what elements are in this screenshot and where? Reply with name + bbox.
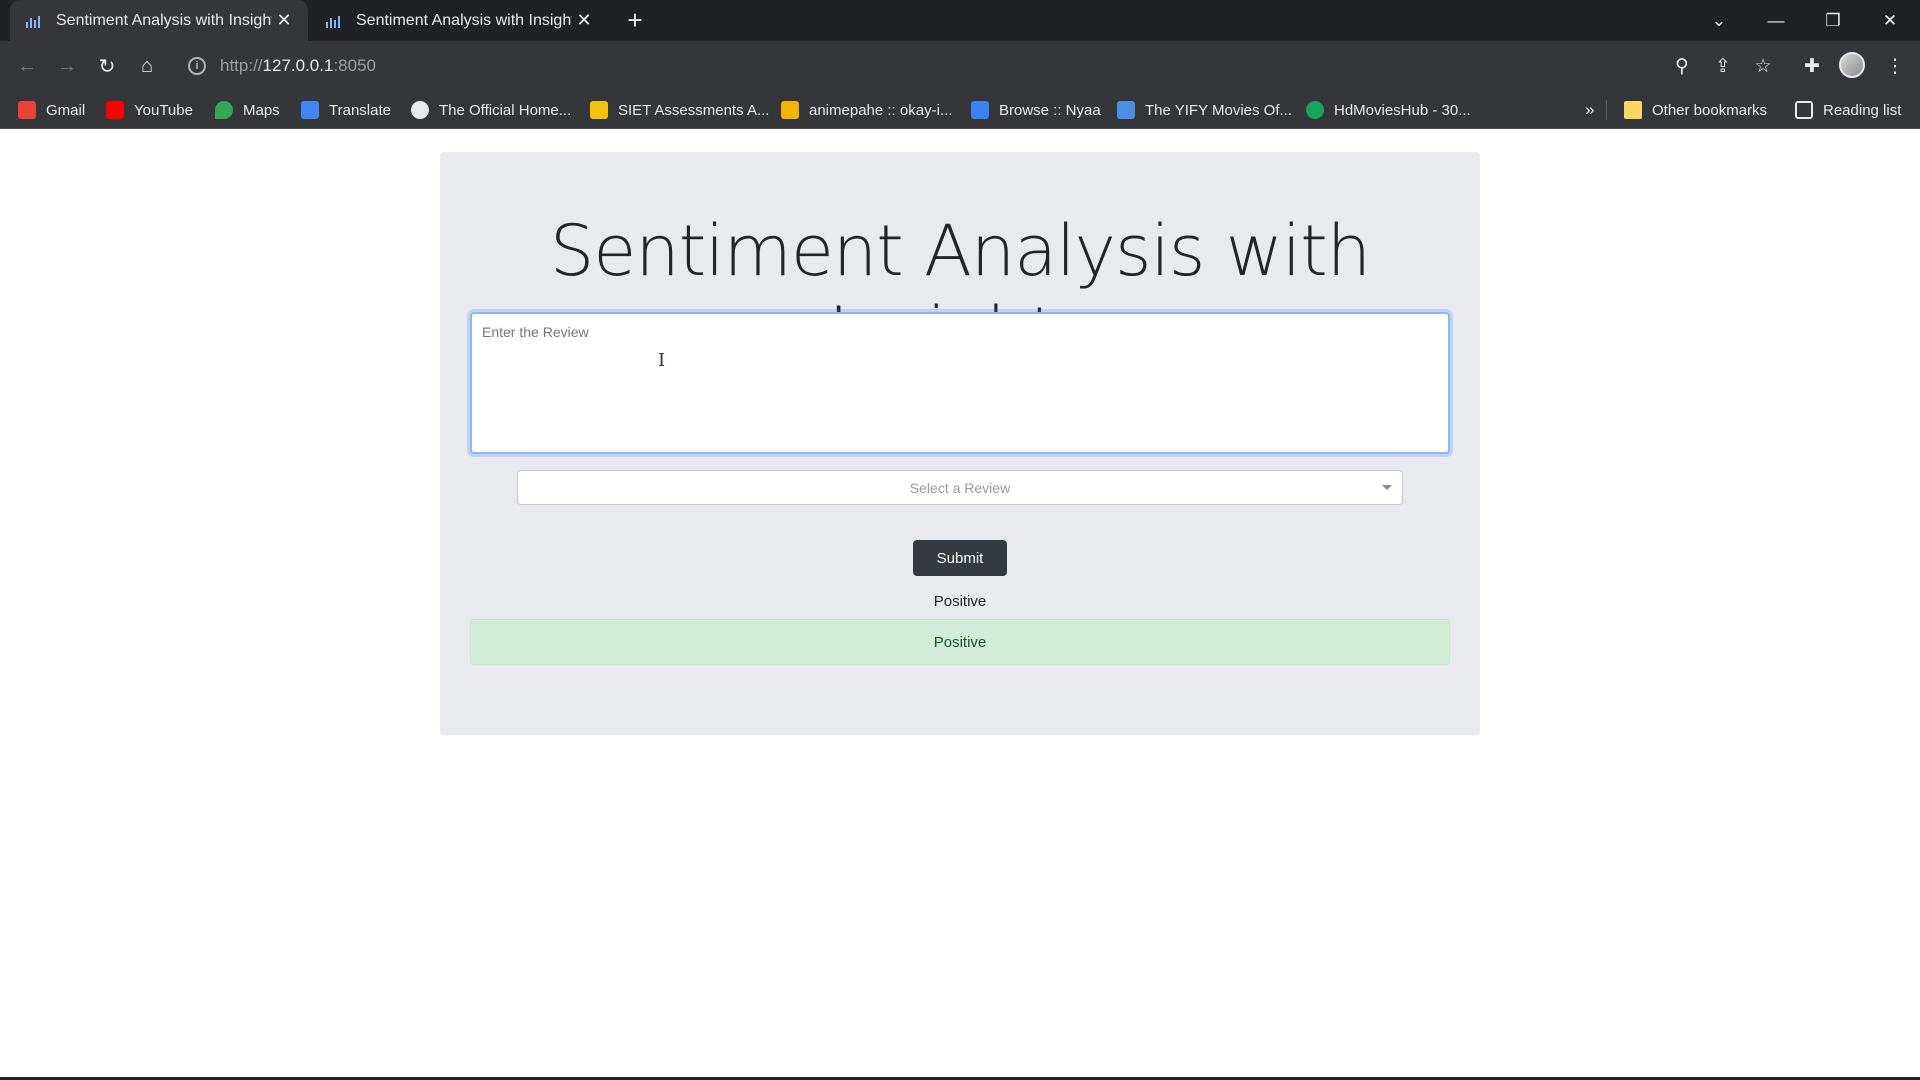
tab-title: Sentiment Analysis with Insights [56, 11, 272, 29]
site-info-icon[interactable]: i [188, 57, 206, 75]
translate-icon [301, 101, 319, 119]
review-textarea[interactable] [470, 312, 1450, 454]
bookmarks-overflow-button[interactable]: » [1585, 91, 1594, 129]
bookmark-hdmovieshub[interactable]: HdMoviesHub - 30... [1306, 91, 1471, 129]
maps-icon [215, 101, 233, 119]
globe-icon [411, 101, 429, 119]
url-text: http://127.0.0.1:8050 [220, 56, 376, 75]
bookmark-maps[interactable]: Maps [215, 91, 280, 129]
profile-avatar[interactable] [1839, 52, 1865, 78]
address-bar[interactable]: i http://127.0.0.1:8050 [178, 46, 1440, 86]
back-icon[interactable]: ← [10, 49, 44, 83]
chart-favicon-icon [26, 14, 44, 28]
minimize-button[interactable]: — [1748, 0, 1804, 41]
text-cursor-icon: I [658, 350, 666, 371]
bookmark-yify[interactable]: The YIFY Movies Of... [1117, 91, 1292, 129]
other-bookmarks[interactable]: Other bookmarks [1624, 91, 1767, 129]
bookmark-official-home[interactable]: The Official Home... [411, 91, 571, 129]
review-select-dropdown[interactable]: Select a Review [517, 470, 1403, 505]
hdmovieshub-icon [1306, 101, 1324, 119]
bookmarks-divider [1606, 100, 1607, 120]
page-viewport: Sentiment Analysis with Insights I Selec… [0, 129, 1920, 1080]
bookmark-nyaa[interactable]: Browse :: Nyaa [971, 91, 1101, 129]
app-panel: Sentiment Analysis with Insights I Selec… [440, 152, 1480, 735]
bookmark-gmail[interactable]: Gmail [18, 91, 85, 129]
browser-tabstrip: Sentiment Analysis with Insights ✕ Senti… [0, 0, 1920, 41]
submit-button[interactable]: Submit [913, 540, 1007, 576]
bookmark-siet[interactable]: SIET Assessments A... [590, 91, 769, 129]
tab-title: Sentiment Analysis with Insights [356, 11, 572, 29]
restore-button[interactable]: ❐ [1805, 0, 1861, 41]
siet-icon [590, 101, 608, 119]
bookmark-star-icon[interactable]: ☆ [1746, 49, 1780, 83]
home-icon[interactable]: ⌂ [130, 49, 164, 83]
yify-icon [1117, 101, 1135, 119]
chart-favicon-icon [326, 14, 344, 28]
extensions-icon[interactable]: ✚ [1795, 49, 1829, 83]
chevron-down-icon [1382, 485, 1392, 490]
close-tab-icon[interactable]: ✕ [272, 9, 296, 33]
new-tab-button[interactable]: + [621, 7, 649, 35]
bookmark-translate[interactable]: Translate [301, 91, 391, 129]
tab-search-icon[interactable]: ⌄ [1691, 0, 1747, 41]
nyaa-icon [971, 101, 989, 119]
reading-list-icon [1795, 101, 1813, 119]
browser-tab-1[interactable]: Sentiment Analysis with Insights ✕ [10, 0, 308, 41]
bookmarks-bar: Gmail YouTube Maps Translate The Officia… [0, 91, 1920, 129]
youtube-icon [106, 101, 124, 119]
gmail-icon [18, 101, 36, 119]
bookmark-youtube[interactable]: YouTube [106, 91, 193, 129]
animepahe-icon [781, 101, 799, 119]
sentiment-result-alert: Positive [470, 619, 1450, 665]
folder-icon [1624, 101, 1642, 119]
browser-tab-2[interactable]: Sentiment Analysis with Insights ✕ [310, 0, 608, 41]
share-icon[interactable]: ⇪ [1706, 49, 1740, 83]
browser-toolbar: ← → ↻ ⌂ i http://127.0.0.1:8050 ⚲ ⇪ ☆ ✚ … [0, 41, 1920, 91]
close-tab-icon[interactable]: ✕ [572, 9, 596, 33]
select-placeholder: Select a Review [909, 479, 1011, 496]
alert-label: Positive [933, 633, 987, 651]
close-window-button[interactable]: ✕ [1862, 0, 1918, 41]
menu-icon[interactable]: ⋮ [1878, 49, 1912, 83]
reload-icon[interactable]: ↻ [90, 49, 124, 83]
zoom-icon[interactable]: ⚲ [1665, 49, 1699, 83]
sentiment-result-text: Positive [933, 593, 987, 610]
forward-icon[interactable]: → [50, 49, 84, 83]
bookmark-animepahe[interactable]: animepahe :: okay-i... [781, 91, 952, 129]
reading-list[interactable]: Reading list [1795, 91, 1901, 129]
